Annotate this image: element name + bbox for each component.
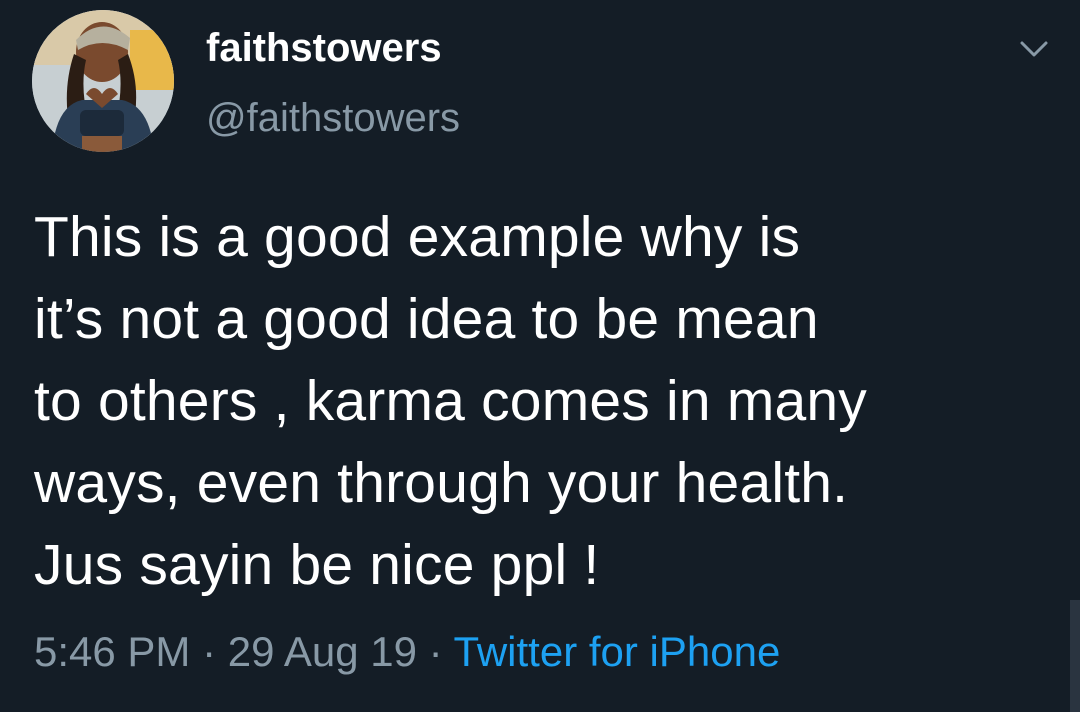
meta-separator: · xyxy=(190,628,228,675)
meta-separator: · xyxy=(416,628,454,675)
tweet-text-line: Jus sayin be nice ppl ! xyxy=(34,533,600,597)
tweet-date[interactable]: 29 Aug 19 xyxy=(228,628,417,675)
tweet-text-line: This is a good example why is xyxy=(34,205,801,269)
tweet-source-link[interactable]: Twitter for iPhone xyxy=(454,628,781,675)
user-handle[interactable]: @faithstowers xyxy=(206,96,460,141)
edge-divider xyxy=(1070,600,1080,712)
display-name[interactable]: faithstowers xyxy=(206,26,442,71)
chevron-down-icon[interactable] xyxy=(1014,34,1054,64)
avatar[interactable] xyxy=(32,10,174,152)
tweet-text-line: ways, even through your health. xyxy=(34,451,849,515)
tweet-text: This is a good example why is it’s not a… xyxy=(34,196,1044,606)
tweet-text-line: it’s not a good idea to be mean xyxy=(34,287,819,351)
tweet-meta: 5:46 PM · 29 Aug 19 · Twitter for iPhone xyxy=(34,628,780,676)
tweet-text-line: to others , karma comes in many xyxy=(34,369,868,433)
tweet-time[interactable]: 5:46 PM xyxy=(34,628,190,675)
